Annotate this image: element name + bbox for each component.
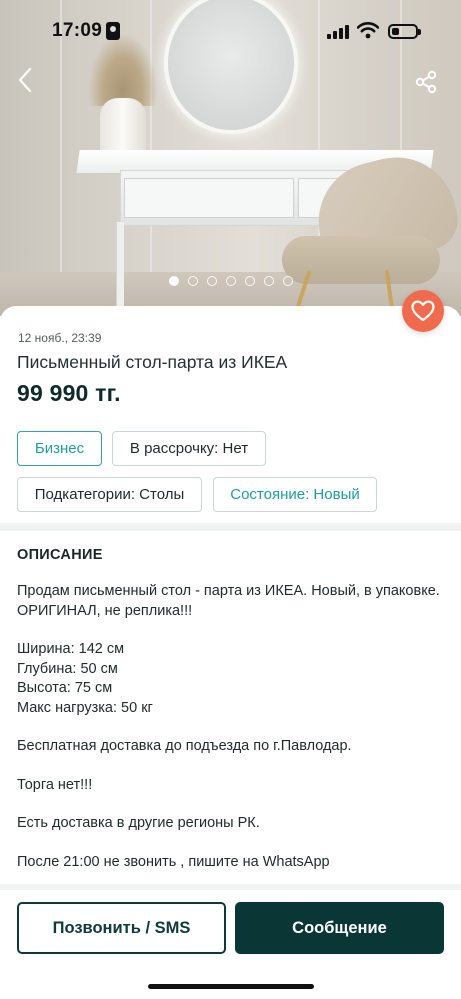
spec-height: Высота: 75 см xyxy=(17,680,113,696)
message-button[interactable]: Сообщение xyxy=(235,902,444,954)
section-divider xyxy=(0,523,461,531)
chip-installments[interactable]: В рассрочку: Нет xyxy=(112,431,266,466)
description-regions: Есть доставка в другие регионы РК. xyxy=(17,815,260,831)
gallery-dot[interactable] xyxy=(226,276,236,286)
wifi-icon xyxy=(357,22,379,39)
description-contact-note: После 21:00 не звонить , пишите на Whats… xyxy=(17,853,330,870)
share-button[interactable] xyxy=(408,64,444,100)
gallery-dot[interactable] xyxy=(283,276,293,286)
gallery-dot[interactable] xyxy=(188,276,198,286)
spec-depth: Глубина: 50 см xyxy=(17,660,118,677)
gallery-dot[interactable] xyxy=(245,276,255,286)
listing-title: Письменный стол-парта из ИКЕА xyxy=(17,352,288,372)
gallery-dot[interactable] xyxy=(207,276,217,286)
chip-condition[interactable]: Состояние: Новый xyxy=(213,477,377,512)
back-button[interactable] xyxy=(8,62,44,98)
orientation-lock-icon xyxy=(106,22,120,40)
desk-drawer xyxy=(124,178,294,218)
call-sms-button[interactable]: Позвонить / SMS xyxy=(17,902,226,954)
description-paragraph: Продам письменный стол - парта из ИКЕА. … xyxy=(17,583,440,619)
status-bar: 17:09 xyxy=(0,14,461,48)
battery-icon xyxy=(388,24,421,39)
chip-subcategory[interactable]: Подкатегории: Столы xyxy=(17,477,202,512)
gallery-dot[interactable] xyxy=(169,276,179,286)
chip-business[interactable]: Бизнес xyxy=(17,431,102,466)
status-time: 17:09 xyxy=(52,20,103,41)
description-no-bargain: Торга нет!!! xyxy=(17,776,93,793)
share-icon xyxy=(415,70,437,94)
gallery-pagination xyxy=(0,276,461,288)
description-text: Продам письменный стол - парта из ИКЕА. … xyxy=(17,582,447,872)
home-indicator[interactable] xyxy=(148,984,314,989)
desk-leg xyxy=(116,222,124,308)
favorite-button[interactable] xyxy=(402,290,444,332)
heart-icon xyxy=(411,300,435,322)
cellular-signal-icon xyxy=(327,24,349,39)
description-delivery: Бесплатная доставка до подъезда по г.Пав… xyxy=(17,738,352,754)
spec-max-load: Макс нагрузка: 50 кг xyxy=(17,699,153,716)
spec-width: Ширина: 142 см xyxy=(17,641,125,657)
chevron-left-icon xyxy=(18,67,32,93)
listing-date: 12 нояб., 23:39 xyxy=(18,331,102,345)
description-heading: ОПИСАНИЕ xyxy=(17,547,103,563)
bottom-action-bar: Позвонить / SMS Сообщение xyxy=(0,890,461,999)
gallery-dot[interactable] xyxy=(264,276,274,286)
listing-price: 99 990 тг. xyxy=(17,380,121,406)
